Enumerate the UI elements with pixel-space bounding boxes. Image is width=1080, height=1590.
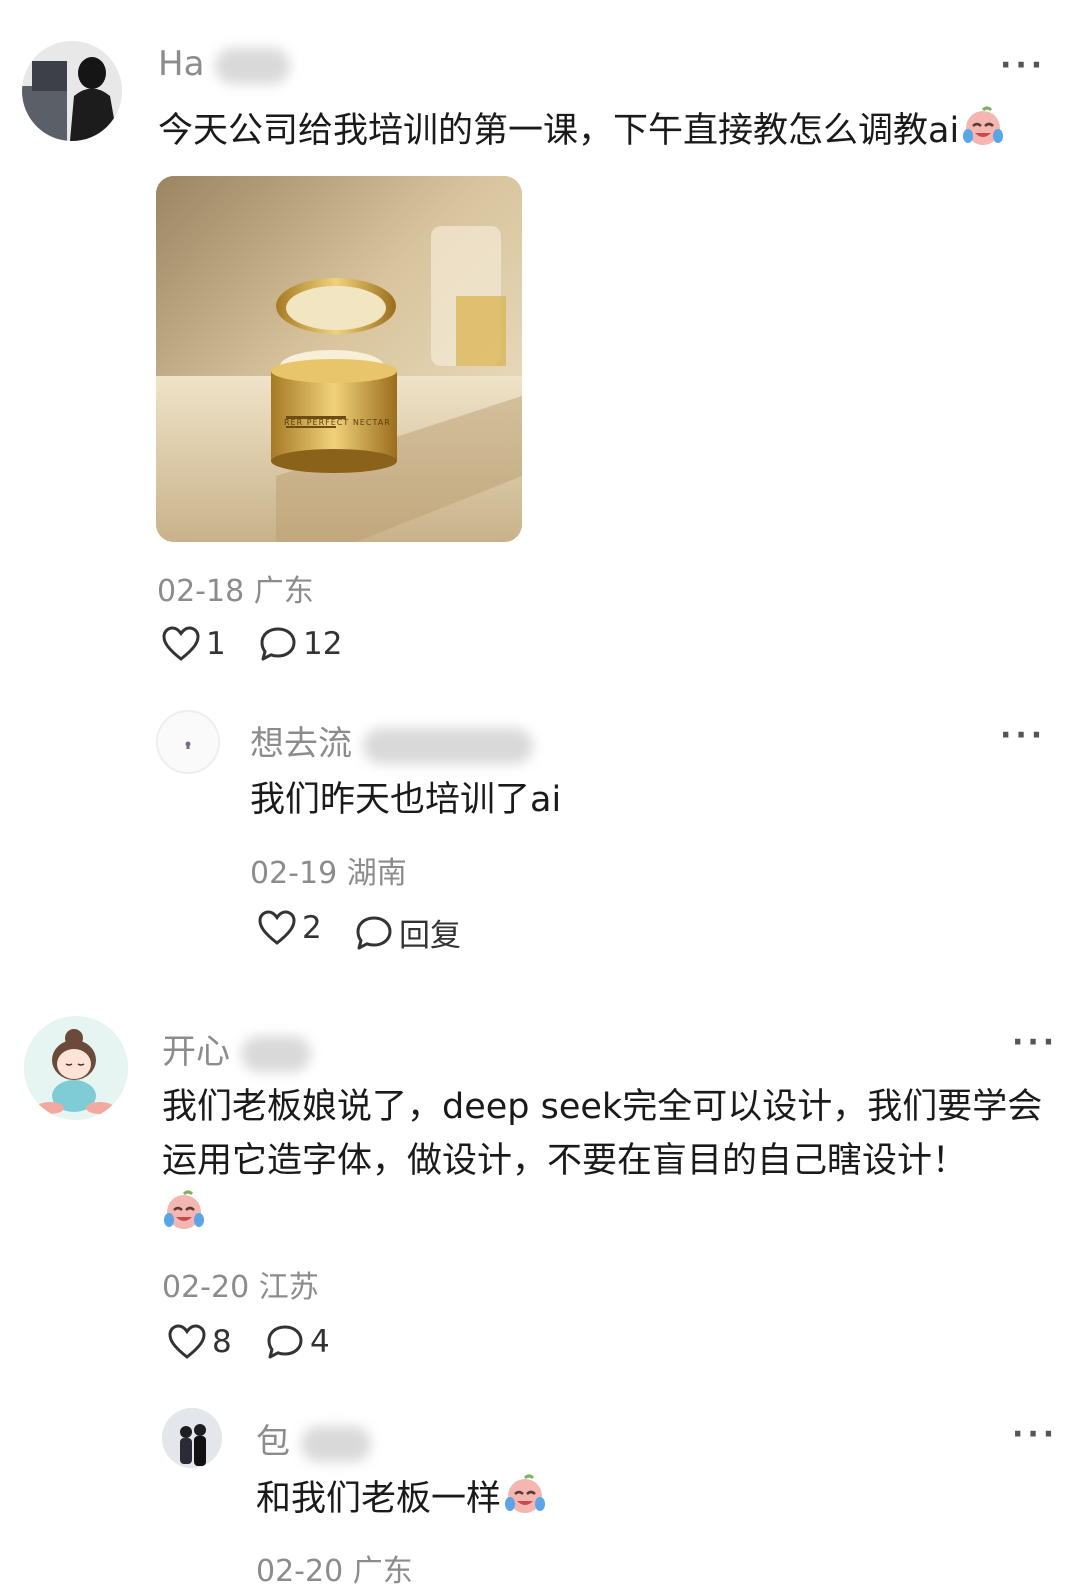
like-count: 2	[302, 910, 322, 946]
reply-username[interactable]: 想去流	[250, 716, 533, 765]
avatar[interactable]	[22, 41, 122, 141]
reply-text: 我们昨天也培训了ai	[250, 780, 562, 820]
post-image[interactable]: RER PERFECT NECTAR	[156, 176, 522, 542]
reply-count-button[interactable]: 4	[266, 1324, 330, 1360]
comment-text-content: 我们老板娘说了，deep seek完全可以设计，我们要学会运用它造字体，做设计，…	[162, 1087, 1043, 1181]
reply-count: 4	[310, 1324, 330, 1360]
comment-text: 我们老板娘说了，deep seek完全可以设计，我们要学会运用它造字体，做设计，…	[162, 1080, 1052, 1248]
reply-username[interactable]: 包	[256, 1414, 371, 1463]
username-blur	[240, 1035, 311, 1072]
comment-text-content: 今天公司给我培训的第一课，下午直接教怎么调教ai	[158, 111, 960, 151]
comment-text: 今天公司给我培训的第一课，下午直接教怎么调教ai	[158, 104, 1058, 164]
more-options-button[interactable]: ···	[1012, 1025, 1058, 1060]
like-button[interactable]: 2	[258, 910, 322, 946]
heart-outline-icon	[162, 626, 200, 661]
like-count: 8	[212, 1324, 232, 1360]
more-options-button[interactable]: ···	[1012, 1417, 1058, 1452]
more-options-button[interactable]: ···	[1000, 48, 1046, 83]
crying-laughing-emoji-icon	[961, 104, 1005, 164]
reply-text: 和我们老板一样	[256, 1472, 547, 1532]
like-count: 1	[206, 626, 226, 662]
reply-count: 12	[303, 626, 343, 662]
date-location: 02-18 广东	[157, 574, 314, 609]
heart-outline-icon	[258, 910, 296, 945]
reply-count-button[interactable]: 12	[259, 626, 342, 662]
avatar[interactable]	[24, 1016, 128, 1120]
reply-text-content: 和我们老板一样	[256, 1479, 502, 1519]
date-location: 02-20 江苏	[162, 1270, 319, 1305]
speech-bubble-icon	[267, 1325, 303, 1359]
date-location: 02-19 湖南	[250, 856, 407, 891]
username-blur	[362, 727, 533, 764]
username[interactable]: 开心	[162, 1024, 311, 1073]
reply-button[interactable]: 回复	[355, 910, 461, 955]
speech-bubble-icon	[260, 627, 296, 661]
product-label: RER PERFECT NECTAR	[284, 418, 391, 427]
like-button[interactable]: 8	[168, 1324, 232, 1360]
reply-username-text: 包	[256, 1422, 290, 1462]
crying-laughing-emoji-icon	[503, 1472, 547, 1532]
reply-avatar[interactable]	[162, 1408, 222, 1468]
crying-laughing-emoji-icon	[162, 1188, 206, 1248]
heart-outline-icon	[168, 1324, 206, 1359]
reply-avatar[interactable]	[156, 710, 220, 774]
more-options-button[interactable]: ···	[1000, 718, 1046, 753]
reply-label: 回复	[399, 918, 461, 954]
speech-bubble-icon	[356, 916, 392, 949]
username-text: Ha	[158, 44, 205, 84]
like-button[interactable]: 1	[162, 626, 226, 662]
username-text: 开心	[162, 1032, 230, 1072]
username-blur	[215, 47, 291, 84]
username-blur	[300, 1425, 371, 1462]
reply-username-text: 想去流	[250, 724, 352, 764]
username[interactable]: Ha	[158, 44, 291, 84]
date-location: 02-20 广东	[256, 1554, 413, 1589]
